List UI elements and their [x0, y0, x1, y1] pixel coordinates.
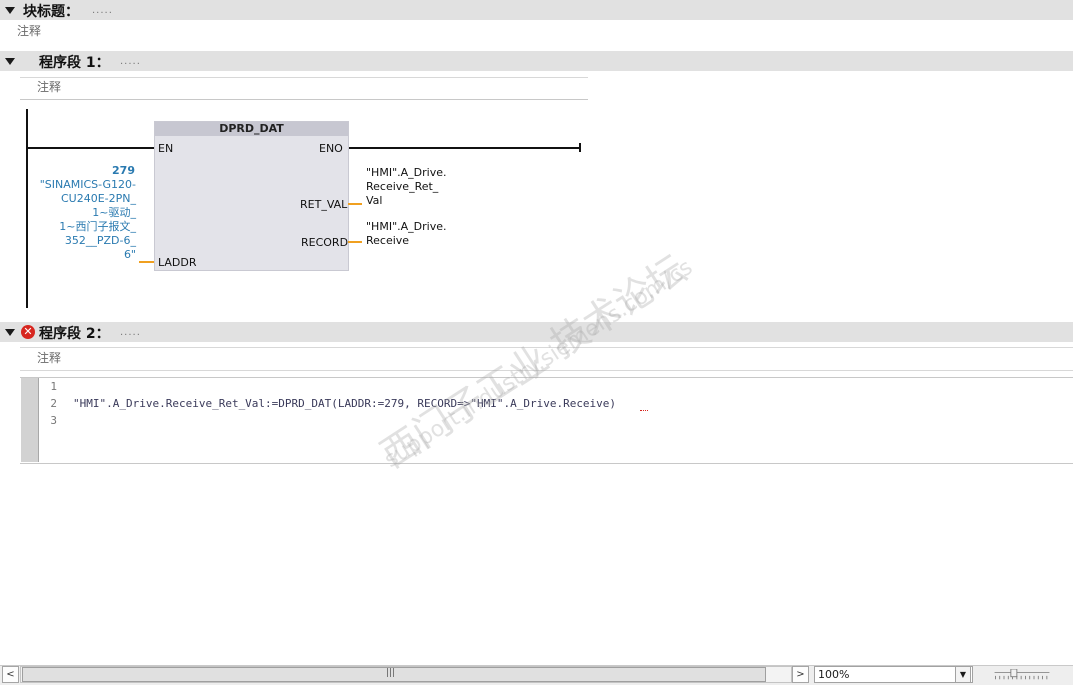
network1-comment-top-divider	[20, 77, 588, 78]
rung-end-marker	[579, 143, 581, 152]
function-box-title[interactable]: DPRD_DAT	[155, 122, 348, 136]
zoom-dropdown-chevron-icon[interactable]: ▼	[955, 666, 971, 683]
pin-eno: ENO	[319, 142, 343, 155]
zoom-level-select[interactable]: 100%	[814, 666, 973, 683]
network1-title: 程序段 1：	[39, 55, 110, 71]
block-comment[interactable]: 注释	[17, 22, 41, 39]
ret-val-lead	[348, 203, 362, 205]
editor-gutter-bar	[21, 378, 39, 462]
en-connection-line	[28, 147, 155, 149]
zoom-slider-thumb	[1010, 669, 1018, 678]
error-icon: ✕	[21, 325, 35, 339]
network1-comment-divider	[20, 99, 588, 100]
laddr-tag[interactable]: "SINAMICS-G120- CU240E-2PN_ 1~驱动_ 1~西门子报…	[30, 178, 136, 262]
block-title-bar[interactable]	[0, 0, 1073, 20]
error-squiggle	[640, 408, 648, 411]
collapse-triangle-icon[interactable]	[5, 7, 15, 14]
block-title-value[interactable]: .....	[92, 5, 113, 16]
network1-comment[interactable]: 注释	[37, 78, 61, 95]
network1-header-bar[interactable]	[0, 51, 1073, 71]
left-power-rail	[26, 109, 28, 308]
network2-comment-top-divider	[20, 347, 1073, 348]
pin-ret-val: RET_VAL	[300, 198, 348, 211]
pin-record: RECORD	[301, 236, 349, 249]
zoom-slider[interactable]	[988, 669, 1056, 681]
pin-laddr: LADDR	[158, 256, 197, 269]
line-number: 1	[50, 380, 57, 393]
scroll-right-button[interactable]: >	[792, 666, 809, 683]
record-lead	[348, 241, 362, 243]
network2-comment-divider	[20, 370, 1073, 371]
network1-collapse-icon[interactable]	[5, 58, 15, 65]
network2-title-value[interactable]: .....	[120, 327, 141, 338]
line-number: 3	[50, 414, 57, 427]
laddr-lead	[139, 261, 154, 263]
ret-val-operand[interactable]: "HMI".A_Drive. Receive_Ret_ Val	[366, 166, 446, 208]
laddr-constant[interactable]: 279	[95, 164, 135, 177]
scl-code-editor[interactable]	[20, 377, 1073, 464]
network2-collapse-icon[interactable]	[5, 329, 15, 336]
block-title-label: 块标题：	[23, 4, 79, 20]
line-number: 2	[50, 397, 57, 410]
scrollbar-grip: |||	[386, 668, 396, 678]
scroll-left-button[interactable]: <	[2, 666, 19, 683]
eno-connection-line	[347, 147, 580, 149]
pin-en: EN	[158, 142, 174, 155]
network1-title-value[interactable]: .....	[120, 56, 141, 67]
network2-header-bar[interactable]	[0, 322, 1073, 342]
record-operand[interactable]: "HMI".A_Drive. Receive	[366, 220, 446, 248]
code-line[interactable]: "HMI".A_Drive.Receive_Ret_Val:=DPRD_DAT(…	[73, 397, 616, 410]
network2-title: 程序段 2：	[39, 326, 110, 342]
network2-comment[interactable]: 注释	[37, 349, 61, 366]
